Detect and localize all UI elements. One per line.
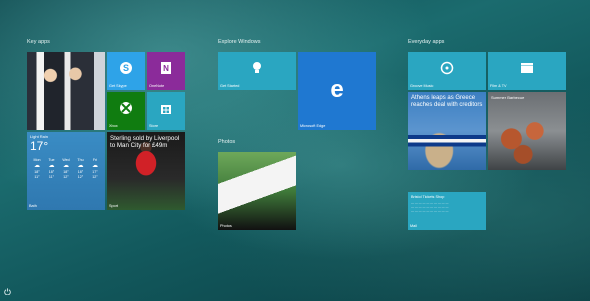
photos-label: Photos [220, 224, 232, 228]
svg-text:S: S [123, 63, 129, 73]
greece-headline: Athens leaps as Greece reaches deal with… [411, 95, 483, 108]
onenote-label: OneNote [149, 84, 165, 88]
svg-text:N: N [163, 64, 169, 73]
cloud-icon: ☁ [48, 163, 55, 169]
onenote-tile[interactable]: N OneNote [147, 52, 185, 90]
forecast-low: 11° [34, 175, 40, 179]
get-started-tile[interactable]: Get Started [218, 52, 296, 90]
film-tv-label: Film & TV [490, 84, 507, 88]
food-tile[interactable]: Summer Barbecue [488, 92, 566, 170]
power-icon[interactable] [3, 287, 11, 295]
mail-label: Mail [410, 224, 417, 228]
cloud-icon: ☁ [77, 163, 84, 169]
xbox-icon [107, 98, 145, 118]
group-title-photos: Photos [218, 139, 236, 145]
mail-line: — — — — — — — — — — [411, 209, 449, 213]
skype-tile[interactable]: S Get Skype [107, 52, 145, 90]
forecast-day: Mon ☁ 18° 11° [31, 158, 43, 180]
weather-temp: 17° [30, 139, 49, 153]
clapperboard-icon [488, 58, 566, 78]
groove-icon [408, 58, 486, 78]
forecast-day: Thu ☁ 18° 12° [75, 158, 87, 180]
lightbulb-icon [218, 58, 296, 78]
cloud-rain-icon: ☁ [34, 163, 40, 169]
skype-icon: S [107, 58, 145, 78]
news-tile[interactable] [27, 52, 105, 130]
forecast-low: 12° [77, 175, 84, 179]
xbox-tile[interactable]: Xbox [107, 92, 145, 130]
group-title-explore: Explore Windows [218, 39, 261, 45]
forecast-row: Mon ☁ 18° 11° Tue ☁ 18° 11° Wed ☁ 18° 12° Thu ☁ 18°… [31, 158, 101, 180]
edge-label: Microsoft Edge [300, 124, 326, 128]
weather-city: Bath [29, 204, 37, 208]
film-tv-tile[interactable]: Film & TV [488, 52, 566, 90]
news-greece-tile[interactable]: Athens leaps as Greece reaches deal with… [408, 92, 486, 170]
group-title-key-apps: Key apps [27, 39, 50, 45]
groove-label: Groove Music [410, 84, 434, 88]
get-started-label: Get Started [220, 84, 240, 88]
onenote-icon: N [147, 58, 185, 78]
group-title-everyday: Everyday apps [408, 39, 445, 45]
store-bag-icon [147, 98, 185, 118]
mail-preview: — — — — — — — — — — — — — — — — — — — — … [411, 201, 449, 213]
forecast-low: 12° [92, 175, 98, 179]
sport-tile[interactable]: Sterling sold by Liverpool to Man City f… [107, 132, 185, 210]
skype-label: Get Skype [109, 84, 127, 88]
cloud-icon: ☁ [63, 163, 69, 169]
groove-tile[interactable]: Groove Music [408, 52, 486, 90]
mail-title: Bristol Tickets Shop [411, 195, 445, 199]
store-tile[interactable]: Store [147, 92, 185, 130]
weather-tile[interactable]: Light Rain 17° Mon ☁ 18° 11° Tue ☁ 18° 11° Wed… [27, 132, 105, 210]
forecast-low: 12° [63, 175, 69, 179]
edge-icon: e [298, 72, 376, 106]
sport-label: Sport [109, 204, 119, 208]
svg-text:e: e [330, 76, 343, 102]
forecast-low: 11° [48, 175, 55, 179]
photos-tile[interactable]: Photos [218, 152, 296, 230]
forecast-day: Fri ☁ 17° 12° [89, 158, 101, 180]
sport-headline: Sterling sold by Liverpool to Man City f… [110, 135, 180, 149]
xbox-label: Xbox [109, 124, 118, 128]
cloud-sun-icon: ☁ [92, 163, 98, 169]
forecast-day: Wed ☁ 18° 12° [60, 158, 72, 180]
mail-tile[interactable]: Bristol Tickets Shop — — — — — — — — — —… [408, 192, 486, 230]
store-label: Store [149, 124, 159, 128]
edge-tile[interactable]: e Microsoft Edge [298, 52, 376, 130]
forecast-day: Tue ☁ 18° 11° [46, 158, 58, 180]
food-headline: Summer Barbecue [491, 95, 525, 100]
